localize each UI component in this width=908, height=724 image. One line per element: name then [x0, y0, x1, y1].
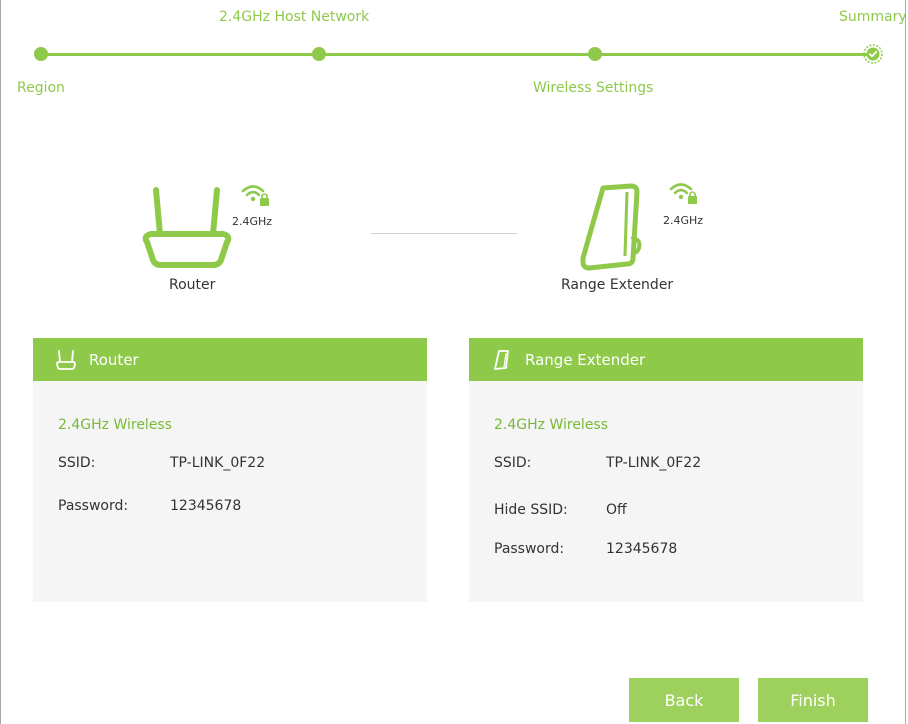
extender-hide-ssid-value: Off [606, 502, 627, 518]
router-ssid-label: SSID: [58, 455, 96, 471]
step-dot-region [34, 47, 48, 61]
finish-button[interactable]: Finish [758, 678, 868, 722]
extender-password-value: 12345678 [606, 541, 678, 557]
router-label: Router [169, 277, 216, 293]
extender-panel-title: Range Extender [525, 350, 646, 369]
router-section-title: 2.4GHz Wireless [58, 417, 173, 433]
step-label-wireless-settings: Wireless Settings [533, 80, 654, 96]
range-extender-icon [580, 183, 642, 271]
progress-track [41, 53, 873, 56]
extender-panel-header: Range Extender [469, 338, 863, 381]
extender-password-label: Password: [494, 541, 565, 557]
step-dot-wireless-settings [588, 47, 602, 61]
router-password-value: 12345678 [170, 498, 242, 514]
back-button[interactable]: Back [629, 678, 739, 722]
router-password-label: Password: [58, 498, 129, 514]
router-band-label: 2.4GHz [232, 215, 273, 228]
router-panel-title: Router [89, 350, 139, 369]
step-label-host-network: 2.4GHz Host Network [219, 9, 370, 25]
step-dot-host-network [312, 47, 326, 61]
extender-section-title: 2.4GHz Wireless [494, 417, 609, 433]
extender-ssid-label: SSID: [494, 455, 532, 471]
extender-label: Range Extender [561, 277, 674, 293]
wifi-lock-icon [241, 185, 269, 206]
step-label-region: Region [17, 80, 65, 96]
router-panel-header: Router [33, 338, 427, 381]
check-circle-icon [863, 44, 883, 64]
extender-hide-ssid-label: Hide SSID: [494, 502, 568, 518]
range-extender-icon [494, 349, 509, 370]
router-icon [142, 187, 232, 268]
connection-line [371, 233, 517, 234]
router-ssid-value: TP-LINK_0F22 [170, 455, 266, 471]
step-label-summary: Summary [839, 9, 907, 25]
extender-band-label: 2.4GHz [663, 214, 704, 227]
router-icon [56, 349, 76, 370]
wifi-lock-icon [669, 183, 697, 204]
extender-panel: Range Extender 2.4GHz Wireless SSID: TP-… [469, 338, 863, 602]
router-panel: Router 2.4GHz Wireless SSID: TP-LINK_0F2… [33, 338, 427, 602]
setup-window: Region 2.4GHz Host Network Wireless Sett… [0, 0, 907, 724]
extender-ssid-value: TP-LINK_0F22 [606, 455, 702, 471]
